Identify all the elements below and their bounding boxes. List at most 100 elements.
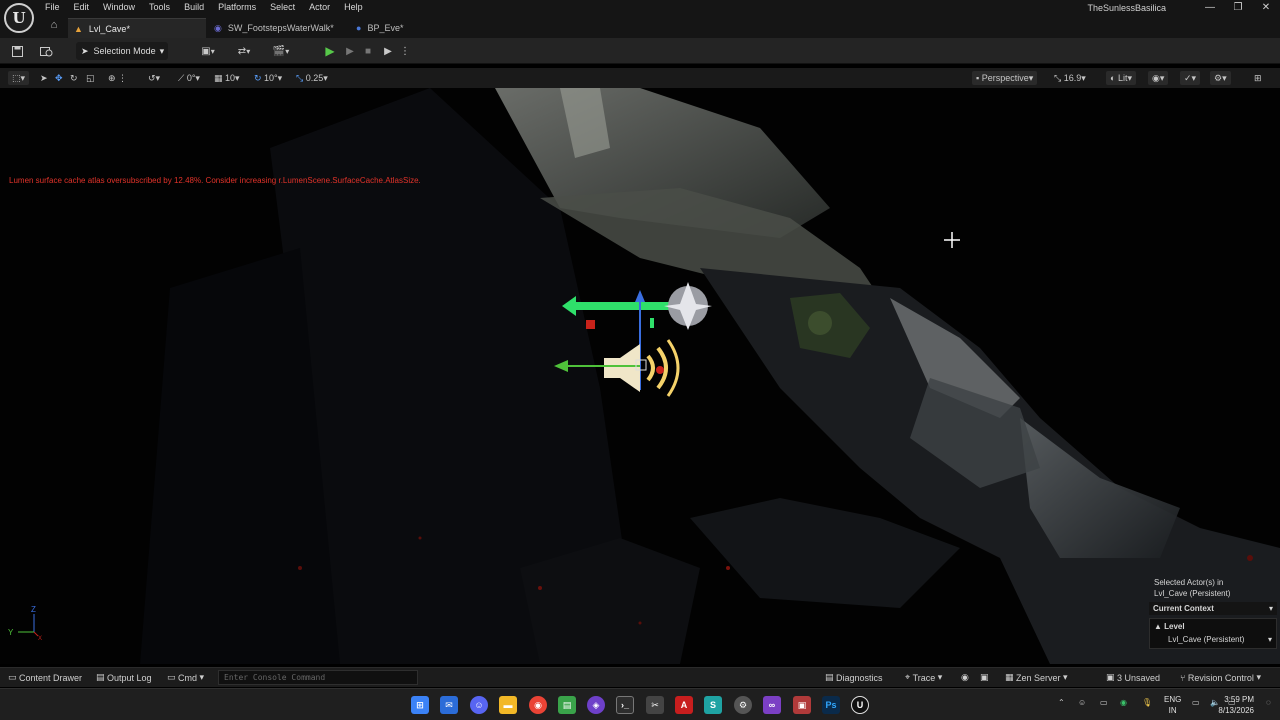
view-mode-label: Lit <box>1117 73 1128 83</box>
unreal-logo-icon[interactable]: U <box>4 3 34 33</box>
language-indicator[interactable]: ENG IN <box>1164 694 1181 716</box>
maximize-button[interactable]: ❐ <box>1224 0 1252 16</box>
windows-start-icon[interactable]: ⊞ <box>411 696 429 714</box>
menu-actor[interactable]: Actor <box>309 2 330 12</box>
cmd-label: Cmd <box>178 672 198 683</box>
unsaved-button[interactable]: ▣ 3 Unsaved <box>1106 672 1160 683</box>
tray-app-icon[interactable]: ▭ <box>1100 698 1108 707</box>
discord-icon[interactable]: ☺ <box>470 696 488 714</box>
revision-control-dropdown[interactable]: ⑂ Revision Control ▾ <box>1180 672 1261 683</box>
axis-x-label: X <box>38 636 42 640</box>
cinematics-icon[interactable]: 🎬 ▾ <box>268 43 294 59</box>
blueprint-menu-icon[interactable]: ⇄ ▾ <box>232 43 256 59</box>
grid-snap-toggle[interactable]: ▦ 10 ▾ <box>214 71 240 85</box>
menu-file[interactable]: File <box>45 2 60 12</box>
view-mode-dropdown[interactable]: ◐ Lit ▾ <box>1106 71 1136 85</box>
rotate-tool-icon[interactable]: ↻ <box>70 71 78 85</box>
menu-platforms[interactable]: Platforms <box>218 2 256 12</box>
minimize-button[interactable]: — <box>1196 0 1224 16</box>
transform-gizmo[interactable] <box>550 280 730 430</box>
step-icon[interactable]: ▶ <box>344 43 356 59</box>
photoshop-icon[interactable]: Ps <box>822 696 840 714</box>
viewport-settings-icon[interactable]: ⚙▾ <box>1210 71 1231 85</box>
scale-snap-toggle[interactable]: ⤡ 0.25 ▾ <box>296 71 328 85</box>
screenshot-icon[interactable]: ▣ <box>980 672 989 683</box>
diagnostics-button[interactable]: ▤ Diagnostics <box>825 672 883 683</box>
settings-icon[interactable]: ⚙ <box>734 696 752 714</box>
chevron-down-icon: ▾ <box>1267 635 1272 644</box>
visual-studio-icon[interactable]: ∞ <box>763 696 781 714</box>
transform-mode-icon[interactable]: ⬚▾ <box>8 71 30 85</box>
axis-indicator: Z Y X <box>6 600 46 642</box>
system-clock[interactable]: 3:59 PM 8/13/2026 <box>1218 694 1254 716</box>
menu-edit[interactable]: Edit <box>74 2 90 12</box>
surface-snap-icon[interactable]: ↺▾ <box>148 71 160 85</box>
tab-lvl-cave[interactable]: ▲ Lvl_Cave* <box>68 18 206 38</box>
trace-dropdown[interactable]: ⌖ Trace ▾ <box>905 672 942 683</box>
soundwave-icon: ◉ <box>214 22 222 33</box>
show-flags-icon[interactable]: ◉▾ <box>1148 71 1169 85</box>
selection-mode-dropdown[interactable]: ➤ Selection Mode ▾ <box>76 42 168 60</box>
realtime-icon[interactable]: ✓▾ <box>1180 71 1201 85</box>
translate-tool-icon[interactable]: ✥ <box>55 71 63 85</box>
file-explorer-icon[interactable]: ▬ <box>499 696 517 714</box>
scale-tool-icon[interactable]: ◱ <box>86 71 95 85</box>
console-command-input[interactable]: Enter Console Command <box>218 670 418 685</box>
sourcetree-icon[interactable]: S <box>704 696 722 714</box>
cmd-icon: ▭ <box>167 672 179 682</box>
level-icon: ▲ <box>1154 622 1165 631</box>
scale-snap-value: 0.25 <box>305 73 324 83</box>
record-icon[interactable]: ◉ <box>961 672 969 683</box>
browse-icon[interactable] <box>38 43 54 59</box>
notification-icon[interactable]: ◌ <box>1266 698 1271 707</box>
menu-build[interactable]: Build <box>184 2 204 12</box>
acrobat-icon[interactable]: A <box>675 696 693 714</box>
level-viewport[interactable]: Lumen surface cache atlas oversubscribed… <box>0 88 1280 664</box>
stop-icon[interactable]: ■ <box>362 43 374 59</box>
viewport-toolbar: ⬚▾ ➤ ✥ ↻ ◱ ⊕ ⋮ ↺▾ ⟋ 0° ▾ ▦ 10 ▾ ↻ 10° ▾ ⤡ 0… <box>0 68 1280 88</box>
level-dropdown[interactable]: Lvl_Cave (Persistent) ▾ <box>1154 635 1272 644</box>
chrome-icon[interactable]: ◉ <box>529 696 547 714</box>
audio-tool-icon[interactable]: ▣ <box>793 696 811 714</box>
tray-overflow-icon[interactable]: ⌃ <box>1058 698 1065 707</box>
camera-speed-dropdown[interactable]: ⤡ 16.9 ▾ <box>1054 71 1086 85</box>
viewport-layout-icon[interactable]: ⊞ <box>1254 71 1262 85</box>
close-button[interactable]: ✕ <box>1252 0 1280 16</box>
github-icon[interactable]: ◈ <box>587 696 605 714</box>
window-controls: — ❐ ✕ <box>1196 0 1280 16</box>
play-icon[interactable]: ▶ <box>323 43 337 59</box>
output-log-button[interactable]: ▤ Output Log <box>96 672 152 683</box>
zen-server-dropdown[interactable]: ▦ Zen Server ▾ <box>1005 672 1068 683</box>
current-context-header[interactable]: Current Context ▾ <box>1149 602 1277 615</box>
angle-snap-toggle[interactable]: ↻ 10° ▾ <box>254 71 282 85</box>
menu-help[interactable]: Help <box>344 2 363 12</box>
world-space-icon[interactable]: ⊕ ⋮ <box>108 71 127 85</box>
menu-select[interactable]: Select <box>270 2 295 12</box>
outlook-icon[interactable]: ✉ <box>440 696 458 714</box>
tab-soundwave[interactable]: ◉ SW_FootstepsWaterWalk* <box>208 18 346 38</box>
rotation-snap-toggle[interactable]: ⟋ 0° ▾ <box>178 71 200 85</box>
cmd-dropdown[interactable]: ▭ Cmd ▾ <box>167 672 204 683</box>
home-icon[interactable]: ⌂ <box>46 19 62 35</box>
tab-bp-eve[interactable]: ● BP_Eve* <box>350 18 440 38</box>
menu-window[interactable]: Window <box>103 2 135 12</box>
output-log-icon: ▤ <box>96 672 108 682</box>
terminal-icon[interactable]: ›_ <box>616 696 634 714</box>
save-icon[interactable] <box>10 43 24 59</box>
chrome-tray-icon[interactable]: ◉ <box>1120 698 1127 707</box>
menu-tools[interactable]: Tools <box>149 2 170 12</box>
notepad-icon[interactable]: ▤ <box>558 696 576 714</box>
snipping-tool-icon[interactable]: ✂ <box>646 696 664 714</box>
select-tool-icon[interactable]: ➤ <box>40 71 48 85</box>
more-options-icon[interactable]: ⋮ <box>400 43 410 59</box>
content-drawer-button[interactable]: ▭ Content Drawer <box>8 672 82 683</box>
add-actor-icon[interactable]: ▣ ▾ <box>196 43 220 59</box>
perspective-dropdown[interactable]: ▪ Perspective ▾ <box>972 71 1038 85</box>
level-value: Lvl_Cave (Persistent) <box>1168 635 1245 644</box>
revision-control-icon: ⑂ <box>1180 672 1188 683</box>
microphone-icon[interactable]: 🎙 <box>1142 698 1152 707</box>
platform-play-icon[interactable]: ▶ <box>381 43 395 59</box>
discord-tray-icon[interactable]: ☺ <box>1078 698 1086 707</box>
network-icon[interactable]: ▭ <box>1192 698 1200 707</box>
unreal-engine-icon[interactable]: U <box>851 696 869 714</box>
